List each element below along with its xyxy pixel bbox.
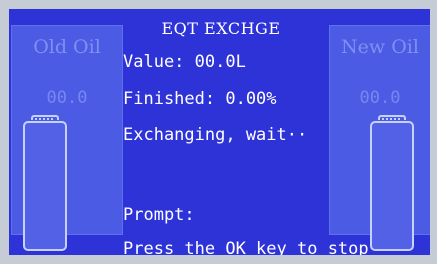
- old-oil-panel: Old Oil 00.0: [11, 25, 123, 251]
- container-cap: [378, 115, 406, 120]
- new-oil-value: 00.0: [359, 88, 401, 108]
- old-oil-label: Old Oil: [33, 36, 101, 58]
- old-oil-value: 00.0: [46, 88, 88, 108]
- new-oil-container-icon: [370, 115, 414, 251]
- value-readout: Value: 00.0L: [123, 52, 246, 72]
- exchanging-status: Exchanging, wait··: [123, 125, 308, 145]
- status-area: EQT EXCHGE Value: 00.0L Finished: 0.00% …: [121, 9, 369, 255]
- prompt-message: Press the OK key to stop: [123, 239, 369, 259]
- prompt-label: Prompt:: [123, 205, 195, 225]
- finished-readout: Finished: 0.00%: [123, 89, 277, 109]
- screen-title: EQT EXCHGE: [161, 19, 281, 38]
- new-oil-label: New Oil: [341, 36, 419, 58]
- old-oil-container-icon: [23, 115, 67, 251]
- container-cap: [31, 115, 59, 120]
- lcd-screen: Old Oil 00.0 New Oil 00.0 EQT EXCHGE Val…: [0, 0, 437, 264]
- new-oil-panel: New Oil 00.0: [329, 25, 430, 251]
